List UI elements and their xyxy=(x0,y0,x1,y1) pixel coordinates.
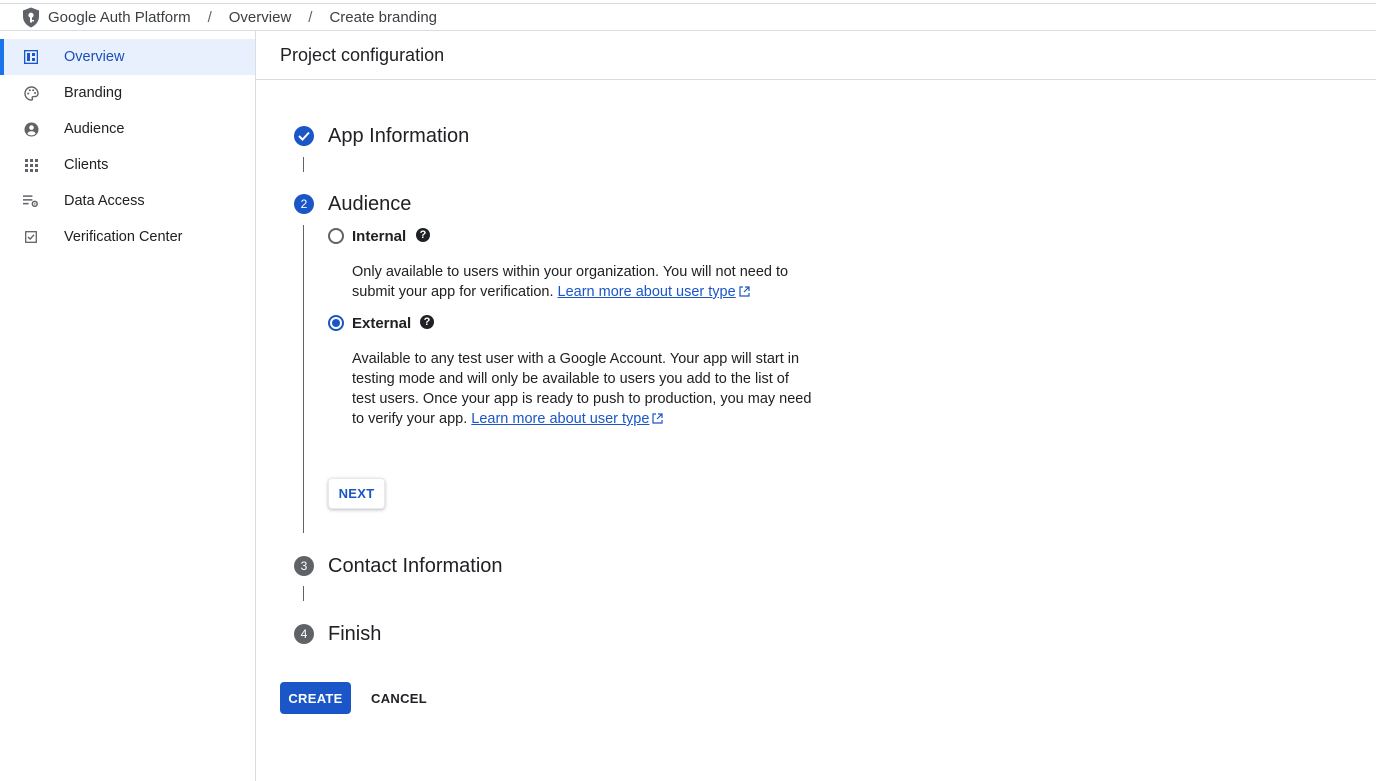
sidebar-item-clients[interactable]: Clients xyxy=(0,147,255,183)
breadcrumb-overview[interactable]: Overview xyxy=(229,9,292,26)
page-title: Project configuration xyxy=(256,31,1376,80)
external-radio-label[interactable]: External xyxy=(352,315,411,332)
learn-more-link-text: Learn more about user type xyxy=(471,411,650,427)
internal-description: Only available to users within your orga… xyxy=(352,262,812,303)
list-settings-icon xyxy=(23,193,39,209)
dashboard-icon xyxy=(23,49,39,65)
sidebar: Overview Branding Audience Clients Data … xyxy=(0,31,256,781)
step-title-audience[interactable]: Audience xyxy=(328,193,411,216)
learn-more-user-type-link[interactable]: Learn more about user type xyxy=(558,284,750,300)
sidebar-item-label: Verification Center xyxy=(64,229,183,245)
create-button[interactable]: CREATE xyxy=(280,682,351,714)
step-connector xyxy=(303,225,304,533)
step-number-badge: 3 xyxy=(294,556,314,576)
sidebar-item-branding[interactable]: Branding xyxy=(0,75,255,111)
apps-grid-icon xyxy=(23,157,39,173)
step-connector xyxy=(303,586,304,601)
main-content: Project configuration App Information 2 … xyxy=(256,31,1376,781)
internal-radio[interactable] xyxy=(328,228,344,244)
step-complete-check-icon xyxy=(294,126,314,146)
sidebar-item-overview[interactable]: Overview xyxy=(0,39,255,75)
checkbox-icon xyxy=(23,229,39,245)
sidebar-item-label: Audience xyxy=(64,121,125,137)
account-circle-icon xyxy=(23,121,39,137)
sidebar-item-verification-center[interactable]: Verification Center xyxy=(0,219,255,255)
cancel-button[interactable]: CANCEL xyxy=(364,682,434,714)
breadcrumb-google-auth-platform[interactable]: Google Auth Platform xyxy=(48,9,191,26)
external-link-icon xyxy=(739,283,750,303)
sidebar-item-label: Branding xyxy=(64,85,123,101)
auth-platform-shield-icon xyxy=(22,6,42,28)
help-icon[interactable]: ? xyxy=(420,315,434,329)
step-number-badge: 2 xyxy=(294,194,314,214)
external-description: Available to any test user with a Google… xyxy=(352,349,812,430)
sidebar-item-audience[interactable]: Audience xyxy=(0,111,255,147)
step-number-badge: 4 xyxy=(294,624,314,644)
step-title-finish[interactable]: Finish xyxy=(328,623,381,646)
breadcrumb-separator: / xyxy=(207,8,212,26)
learn-more-user-type-link[interactable]: Learn more about user type xyxy=(471,410,664,430)
step-title-app-information[interactable]: App Information xyxy=(328,125,469,148)
next-button[interactable]: NEXT xyxy=(328,478,385,509)
sidebar-item-label: Overview xyxy=(64,49,125,65)
breadcrumb-separator: / xyxy=(308,8,313,26)
step-connector xyxy=(303,157,304,172)
step-title-contact-information[interactable]: Contact Information xyxy=(328,555,503,578)
palette-icon xyxy=(23,85,39,101)
internal-radio-label[interactable]: Internal xyxy=(352,228,406,245)
learn-more-link-text: Learn more about user type xyxy=(557,284,736,300)
breadcrumb-create-branding: Create branding xyxy=(329,8,438,26)
sidebar-item-label: Data Access xyxy=(64,193,145,209)
breadcrumb: Google Auth Platform / Overview / Create… xyxy=(0,4,1376,31)
sidebar-item-label: Clients xyxy=(64,157,109,173)
external-link-icon xyxy=(652,410,664,430)
external-radio[interactable] xyxy=(328,315,344,331)
help-icon[interactable]: ? xyxy=(416,228,430,242)
sidebar-item-data-access[interactable]: Data Access xyxy=(0,183,255,219)
